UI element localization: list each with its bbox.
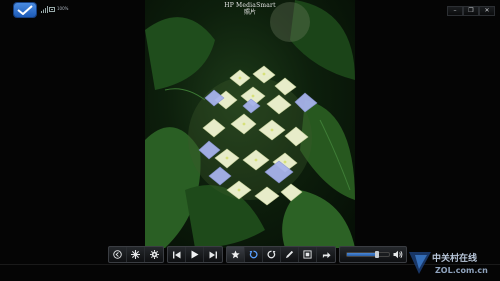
toolbar-group-playback — [167, 246, 223, 263]
toolbar-group-photo-tools — [226, 246, 336, 263]
battery-icon — [49, 7, 55, 12]
play-icon — [191, 250, 198, 259]
speaker-icon — [393, 250, 403, 259]
rotate-right-icon — [267, 250, 276, 259]
photo-viewer: 100% HP MediaSmart 照片 – ❐ ✕ 中关村在线 ZOL.co… — [0, 0, 500, 281]
minimize-button[interactable]: – — [447, 6, 463, 16]
section-title: 照片 — [243, 9, 256, 16]
svg-text:中关村在线: 中关村在线 — [432, 252, 477, 264]
edit-button[interactable] — [281, 247, 299, 262]
settings-button[interactable] — [145, 247, 163, 262]
app-title: HP MediaSmart — [224, 2, 276, 9]
previous-icon — [172, 251, 180, 258]
restore-button[interactable]: ❐ — [463, 6, 479, 16]
zol-watermark: 中关村在线 ZOL.com.cn — [405, 249, 497, 277]
volume-control — [339, 246, 407, 263]
share-icon — [322, 252, 331, 259]
effects-button[interactable] — [127, 247, 145, 262]
window-controls: – ❐ ✕ — [447, 6, 495, 16]
fit-screen-icon — [303, 250, 312, 259]
next-icon — [209, 251, 217, 258]
previous-button[interactable] — [168, 247, 186, 262]
back-button[interactable] — [109, 247, 127, 262]
close-button[interactable]: ✕ — [479, 6, 495, 16]
volume-slider[interactable] — [346, 251, 390, 258]
next-button[interactable] — [204, 247, 222, 262]
svg-text:ZOL.com.cn: ZOL.com.cn — [435, 266, 488, 275]
volume-fill — [347, 253, 378, 256]
share-button[interactable] — [317, 247, 335, 262]
settings-icon — [149, 250, 159, 259]
rotate-left-button[interactable] — [245, 247, 263, 262]
back-icon — [113, 250, 122, 259]
zol-logo: 中关村在线 ZOL.com.cn — [409, 252, 488, 275]
mute-button[interactable] — [390, 247, 406, 262]
effects-icon — [131, 250, 140, 259]
fit-screen-button[interactable] — [299, 247, 317, 262]
play-button[interactable] — [186, 247, 204, 262]
favorite-button[interactable] — [227, 247, 245, 262]
favorite-star-icon — [231, 250, 240, 259]
playback-toolbar — [108, 246, 407, 263]
toolbar-group-navigation — [108, 246, 164, 263]
edit-pen-icon — [285, 250, 294, 259]
battery-level: 100% — [57, 6, 69, 11]
photo-image — [145, 0, 355, 248]
rotate-right-button[interactable] — [263, 247, 281, 262]
window-title: HP MediaSmart 照片 — [190, 2, 310, 16]
volume-knob[interactable] — [375, 251, 380, 258]
signal-icon — [41, 6, 48, 13]
rotate-left-icon — [249, 250, 258, 259]
check-logo-icon[interactable] — [14, 3, 36, 17]
